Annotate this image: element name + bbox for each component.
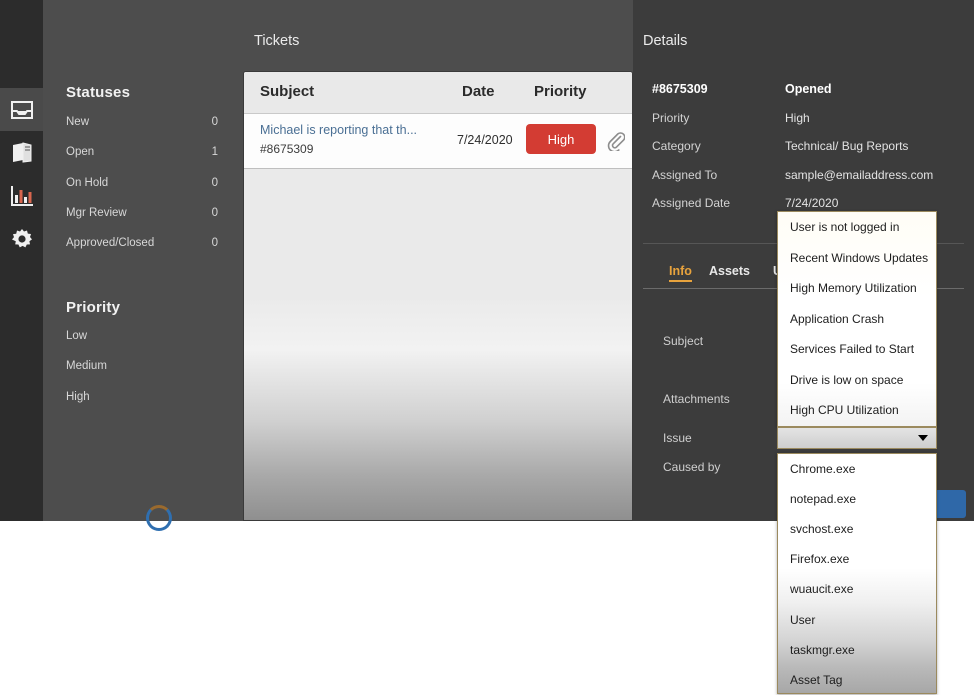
list-item[interactable]: High Memory Utilization — [778, 273, 936, 304]
list-item[interactable]: notepad.exe — [778, 484, 936, 514]
detail-label-priority: Priority — [652, 111, 689, 125]
details-title: Details — [643, 33, 687, 49]
list-item[interactable]: Recent Windows Updates — [778, 243, 936, 274]
issue-dropdown-list[interactable]: User is not logged in Recent Windows Upd… — [777, 211, 937, 427]
book-icon-glyph — [10, 142, 33, 164]
chevron-down-icon — [918, 435, 928, 441]
sidebar-status-approved-closed[interactable]: Approved/Closed 0 — [66, 237, 218, 249]
priority-heading: Priority — [66, 299, 120, 316]
form-label-subject: Subject — [663, 334, 703, 348]
list-item[interactable]: Firefox.exe — [778, 544, 936, 574]
list-item[interactable]: User — [778, 604, 936, 634]
detail-label-assigned-to: Assigned To — [652, 168, 717, 182]
status-label: New — [66, 116, 89, 128]
ticket-number: #8675309 — [260, 142, 313, 156]
form-label-caused-by: Caused by — [663, 460, 720, 474]
list-item[interactable]: Services Failed to Start — [778, 334, 936, 365]
status-label: Approved/Closed — [66, 237, 154, 249]
form-label-issue: Issue — [663, 431, 692, 445]
detail-label-category: Category — [652, 139, 701, 153]
statuses-heading: Statuses — [66, 84, 130, 101]
sidebar-priority-medium[interactable]: Medium — [66, 360, 107, 372]
list-item[interactable]: User is not logged in — [778, 212, 936, 243]
status-count: 0 — [212, 237, 218, 249]
column-header-subject: Subject — [260, 83, 314, 100]
detail-value-category: Technical/ Bug Reports — [785, 139, 908, 153]
paperclip-icon[interactable] — [607, 131, 625, 156]
paperclip-icon-glyph — [607, 131, 625, 151]
sidebar: Statuses New 0 Open 1 On Hold 0 Mgr Revi… — [43, 0, 240, 521]
detail-label-assigned-date: Assigned Date — [652, 196, 730, 210]
icon-rail — [0, 0, 43, 521]
inbox-icon[interactable] — [0, 88, 43, 131]
sidebar-priority-high[interactable]: High — [66, 391, 90, 403]
status-count: 0 — [212, 207, 218, 219]
tickets-title: Tickets — [254, 33, 299, 49]
bar-chart-icon[interactable] — [0, 174, 43, 217]
causedby-dropdown-list[interactable]: Chrome.exe notepad.exe svchost.exe Firef… — [777, 453, 937, 694]
status-label: On Hold — [66, 177, 108, 189]
tab-assets[interactable]: Assets — [709, 264, 750, 278]
list-item[interactable]: taskmgr.exe — [778, 635, 936, 665]
gear-icon-glyph — [10, 227, 34, 251]
tickets-table-header: Subject Date Priority — [244, 72, 632, 114]
sidebar-status-open[interactable]: Open 1 — [66, 146, 218, 158]
bar-chart-icon-glyph — [10, 185, 34, 207]
detail-value-opened: Opened — [785, 82, 832, 96]
issue-select[interactable] — [777, 427, 937, 449]
status-count: 0 — [212, 116, 218, 128]
column-header-priority: Priority — [534, 83, 587, 100]
form-label-attachments: Attachments — [663, 392, 730, 406]
detail-label-ticket-id: #8675309 — [652, 82, 708, 96]
list-item[interactable]: Drive is low on space — [778, 365, 936, 396]
table-row[interactable]: Michael is reporting that th... #8675309… — [244, 114, 632, 169]
book-icon[interactable] — [0, 131, 43, 174]
loading-spinner — [146, 505, 172, 531]
ticket-date: 7/24/2020 — [457, 133, 513, 147]
detail-value-assigned-date: 7/24/2020 — [785, 196, 838, 210]
status-label: Mgr Review — [66, 207, 127, 219]
list-item[interactable]: High CPU Utilization — [778, 395, 936, 426]
status-badge: High — [526, 124, 596, 154]
status-count: 1 — [212, 146, 218, 158]
status-label: Open — [66, 146, 94, 158]
inbox-icon-glyph — [10, 100, 34, 120]
list-item[interactable]: svchost.exe — [778, 514, 936, 544]
detail-value-assigned-to: sample@emailaddress.com — [785, 168, 933, 182]
tickets-panel: Tickets Subject Date Priority Michael is… — [240, 0, 633, 521]
sidebar-status-new[interactable]: New 0 — [66, 116, 218, 128]
list-item[interactable]: Asset Tag — [778, 665, 936, 695]
sidebar-status-mgr-review[interactable]: Mgr Review 0 — [66, 207, 218, 219]
ticket-subject[interactable]: Michael is reporting that th... — [260, 123, 417, 137]
sidebar-status-on-hold[interactable]: On Hold 0 — [66, 177, 218, 189]
status-count: 0 — [212, 177, 218, 189]
list-item[interactable]: Application Crash — [778, 304, 936, 335]
column-header-date: Date — [462, 83, 495, 100]
gear-icon[interactable] — [0, 217, 43, 260]
tab-info[interactable]: Info — [669, 264, 692, 282]
list-item[interactable]: wuaucit.exe — [778, 574, 936, 604]
tickets-table: Subject Date Priority Michael is reporti… — [243, 71, 633, 521]
detail-value-priority: High — [785, 111, 810, 125]
sidebar-priority-low[interactable]: Low — [66, 330, 87, 342]
list-item[interactable]: Chrome.exe — [778, 454, 936, 484]
